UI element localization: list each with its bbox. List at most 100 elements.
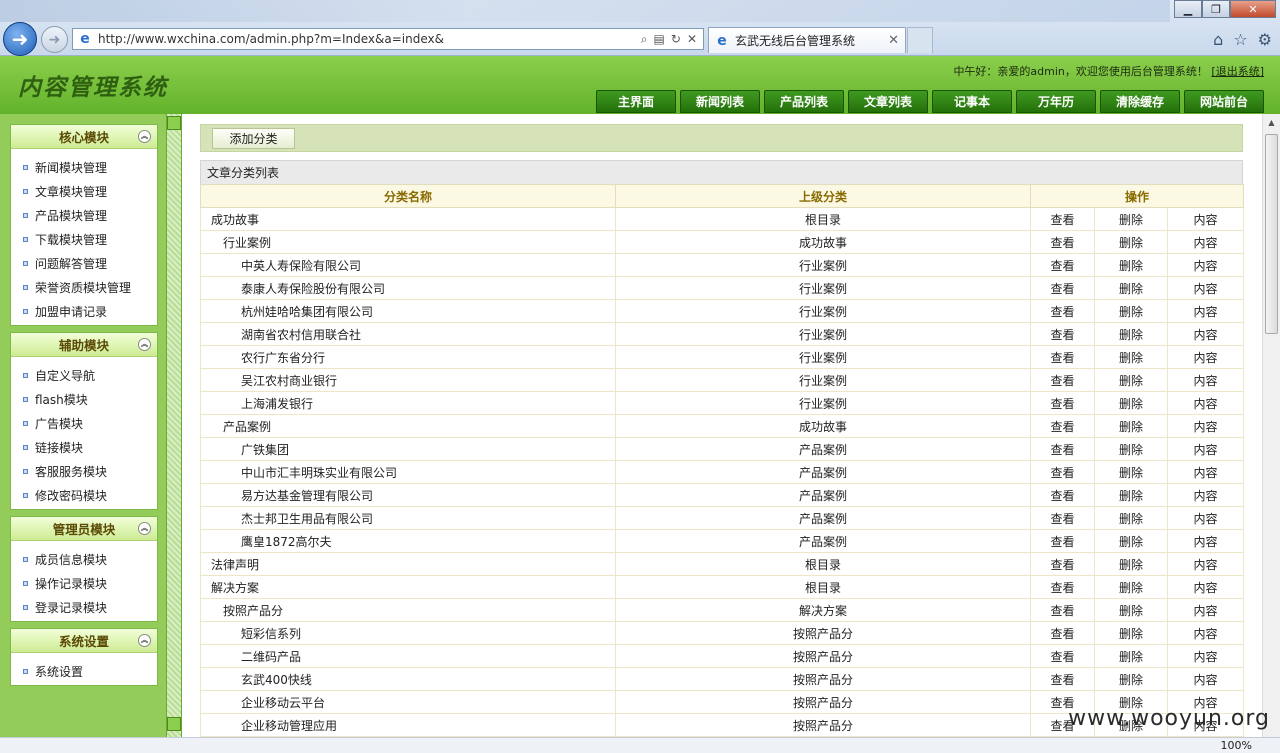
delete-link[interactable]: 删除 — [1094, 598, 1168, 622]
view-link[interactable]: 查看 — [1030, 644, 1095, 668]
sidebar-item-links[interactable]: 链接模块 — [11, 435, 157, 459]
sidebar-item-custom-nav[interactable]: 自定义导航 — [11, 363, 157, 387]
content-link[interactable]: 内容 — [1166, 506, 1245, 530]
nav-news-list[interactable]: 新闻列表 — [680, 90, 760, 113]
collapse-icon[interactable]: ︽ — [138, 522, 151, 535]
content-link[interactable]: 内容 — [1166, 529, 1245, 553]
maximize-icon[interactable]: ❐ — [1202, 0, 1230, 18]
view-link[interactable]: 查看 — [1030, 345, 1095, 369]
view-link[interactable]: 查看 — [1030, 437, 1095, 461]
content-link[interactable]: 内容 — [1166, 368, 1245, 392]
nav-notepad[interactable]: 记事本 — [932, 90, 1012, 113]
view-link[interactable]: 查看 — [1030, 322, 1095, 346]
content-link[interactable]: 内容 — [1166, 552, 1245, 576]
menu-group-title[interactable]: 管理员模块 ︽ — [11, 517, 157, 541]
collapse-icon[interactable]: ︽ — [138, 634, 151, 647]
delete-link[interactable]: 删除 — [1094, 575, 1168, 599]
sidebar-item-flash[interactable]: flash模块 — [11, 387, 157, 411]
content-link[interactable]: 内容 — [1166, 207, 1245, 231]
settings-gear-icon[interactable]: ⚙ — [1258, 30, 1272, 49]
content-link[interactable]: 内容 — [1166, 414, 1245, 438]
sidebar-item-members[interactable]: 成员信息模块 — [11, 547, 157, 571]
url-text[interactable]: http://www.wxchina.com/admin.php?m=Index… — [98, 32, 641, 46]
sidebar-item-customer-service[interactable]: 客服服务模块 — [11, 459, 157, 483]
search-icon[interactable]: ⌕ — [641, 32, 648, 47]
browser-tab[interactable]: e 玄武无线后台管理系统 ✕ — [708, 27, 906, 53]
delete-link[interactable]: 删除 — [1094, 644, 1168, 668]
content-link[interactable]: 内容 — [1166, 345, 1245, 369]
sidebar-item-products[interactable]: 产品模块管理 — [11, 203, 157, 227]
view-link[interactable]: 查看 — [1030, 368, 1095, 392]
view-link[interactable]: 查看 — [1030, 414, 1095, 438]
content-link[interactable]: 内容 — [1166, 299, 1245, 323]
delete-link[interactable]: 删除 — [1094, 276, 1168, 300]
delete-link[interactable]: 删除 — [1094, 345, 1168, 369]
content-link[interactable]: 内容 — [1166, 276, 1245, 300]
view-link[interactable]: 查看 — [1030, 460, 1095, 484]
sidebar-splitter[interactable] — [166, 114, 182, 737]
sidebar-item-change-password[interactable]: 修改密码模块 — [11, 483, 157, 507]
delete-link[interactable]: 删除 — [1094, 460, 1168, 484]
sidebar-item-franchise[interactable]: 加盟申请记录 — [11, 299, 157, 323]
content-link[interactable]: 内容 — [1166, 230, 1245, 254]
nav-home[interactable]: 主界面 — [596, 90, 676, 113]
compat-view-icon[interactable]: ▤ — [654, 32, 665, 47]
view-link[interactable]: 查看 — [1030, 598, 1095, 622]
delete-link[interactable]: 删除 — [1094, 529, 1168, 553]
scroll-up-icon[interactable]: ▲ — [1263, 114, 1280, 131]
view-link[interactable]: 查看 — [1030, 621, 1095, 645]
favorites-star-icon[interactable]: ☆ — [1233, 30, 1247, 49]
content-link[interactable]: 内容 — [1166, 322, 1245, 346]
splitter-top-knob[interactable] — [167, 116, 181, 130]
zoom-level[interactable]: 100% — [1221, 739, 1252, 752]
view-link[interactable]: 查看 — [1030, 276, 1095, 300]
delete-link[interactable]: 删除 — [1094, 414, 1168, 438]
delete-link[interactable]: 删除 — [1094, 483, 1168, 507]
view-link[interactable]: 查看 — [1030, 483, 1095, 507]
forward-button-icon[interactable]: ➜ — [41, 26, 68, 53]
sidebar-item-articles[interactable]: 文章模块管理 — [11, 179, 157, 203]
content-link[interactable]: 内容 — [1166, 598, 1245, 622]
refresh-icon[interactable]: ↻ — [671, 32, 681, 47]
page-scrollbar[interactable]: ▲ — [1262, 114, 1280, 737]
content-link[interactable]: 内容 — [1166, 667, 1245, 691]
sidebar-item-news[interactable]: 新闻模块管理 — [11, 155, 157, 179]
nav-product-list[interactable]: 产品列表 — [764, 90, 844, 113]
delete-link[interactable]: 删除 — [1094, 368, 1168, 392]
sidebar-item-login-log[interactable]: 登录记录模块 — [11, 595, 157, 619]
delete-link[interactable]: 删除 — [1094, 437, 1168, 461]
menu-group-title[interactable]: 核心模块 ︽ — [11, 125, 157, 149]
sidebar-item-downloads[interactable]: 下载模块管理 — [11, 227, 157, 251]
content-link[interactable]: 内容 — [1166, 575, 1245, 599]
close-window-icon[interactable]: ✕ — [1230, 0, 1276, 18]
view-link[interactable]: 查看 — [1030, 207, 1095, 231]
menu-group-title[interactable]: 辅助模块 ︽ — [11, 333, 157, 357]
nav-site-front[interactable]: 网站前台 — [1184, 90, 1264, 113]
view-link[interactable]: 查看 — [1030, 575, 1095, 599]
address-bar[interactable]: e http://www.wxchina.com/admin.php?m=Ind… — [72, 28, 704, 50]
content-link[interactable]: 内容 — [1166, 460, 1245, 484]
delete-link[interactable]: 删除 — [1094, 621, 1168, 645]
delete-link[interactable]: 删除 — [1094, 322, 1168, 346]
stop-icon[interactable]: ✕ — [687, 32, 697, 47]
menu-group-title[interactable]: 系统设置 ︽ — [11, 629, 157, 653]
delete-link[interactable]: 删除 — [1094, 253, 1168, 277]
nav-article-list[interactable]: 文章列表 — [848, 90, 928, 113]
delete-link[interactable]: 删除 — [1094, 667, 1168, 691]
sidebar-item-system-settings[interactable]: 系统设置 — [11, 659, 157, 683]
splitter-bottom-knob[interactable] — [167, 717, 181, 731]
delete-link[interactable]: 删除 — [1094, 230, 1168, 254]
scroll-thumb[interactable] — [1265, 134, 1278, 334]
home-icon[interactable]: ⌂ — [1213, 30, 1223, 49]
delete-link[interactable]: 删除 — [1094, 391, 1168, 415]
view-link[interactable]: 查看 — [1030, 391, 1095, 415]
add-category-button[interactable]: 添加分类 — [212, 128, 295, 149]
delete-link[interactable]: 删除 — [1094, 506, 1168, 530]
sidebar-item-faq[interactable]: 问题解答管理 — [11, 251, 157, 275]
content-link[interactable]: 内容 — [1166, 483, 1245, 507]
view-link[interactable]: 查看 — [1030, 253, 1095, 277]
view-link[interactable]: 查看 — [1030, 230, 1095, 254]
view-link[interactable]: 查看 — [1030, 552, 1095, 576]
view-link[interactable]: 查看 — [1030, 299, 1095, 323]
content-link[interactable]: 内容 — [1166, 391, 1245, 415]
